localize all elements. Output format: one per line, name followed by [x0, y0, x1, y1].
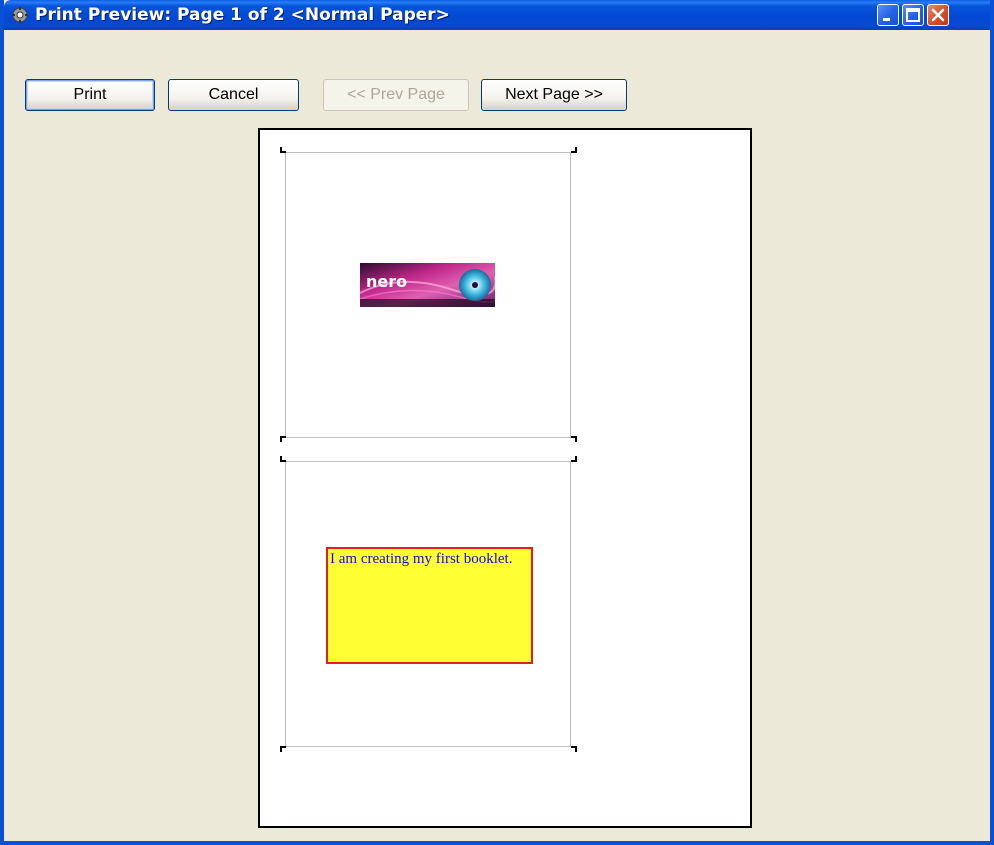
logo-text: nero	[366, 272, 407, 291]
booklet-text: I am creating my first booklet.	[330, 551, 513, 567]
crop-marks	[280, 147, 577, 752]
booklet-text-box[interactable]: I am creating my first booklet.	[326, 547, 533, 664]
nero-logo-image: nero	[359, 263, 500, 307]
